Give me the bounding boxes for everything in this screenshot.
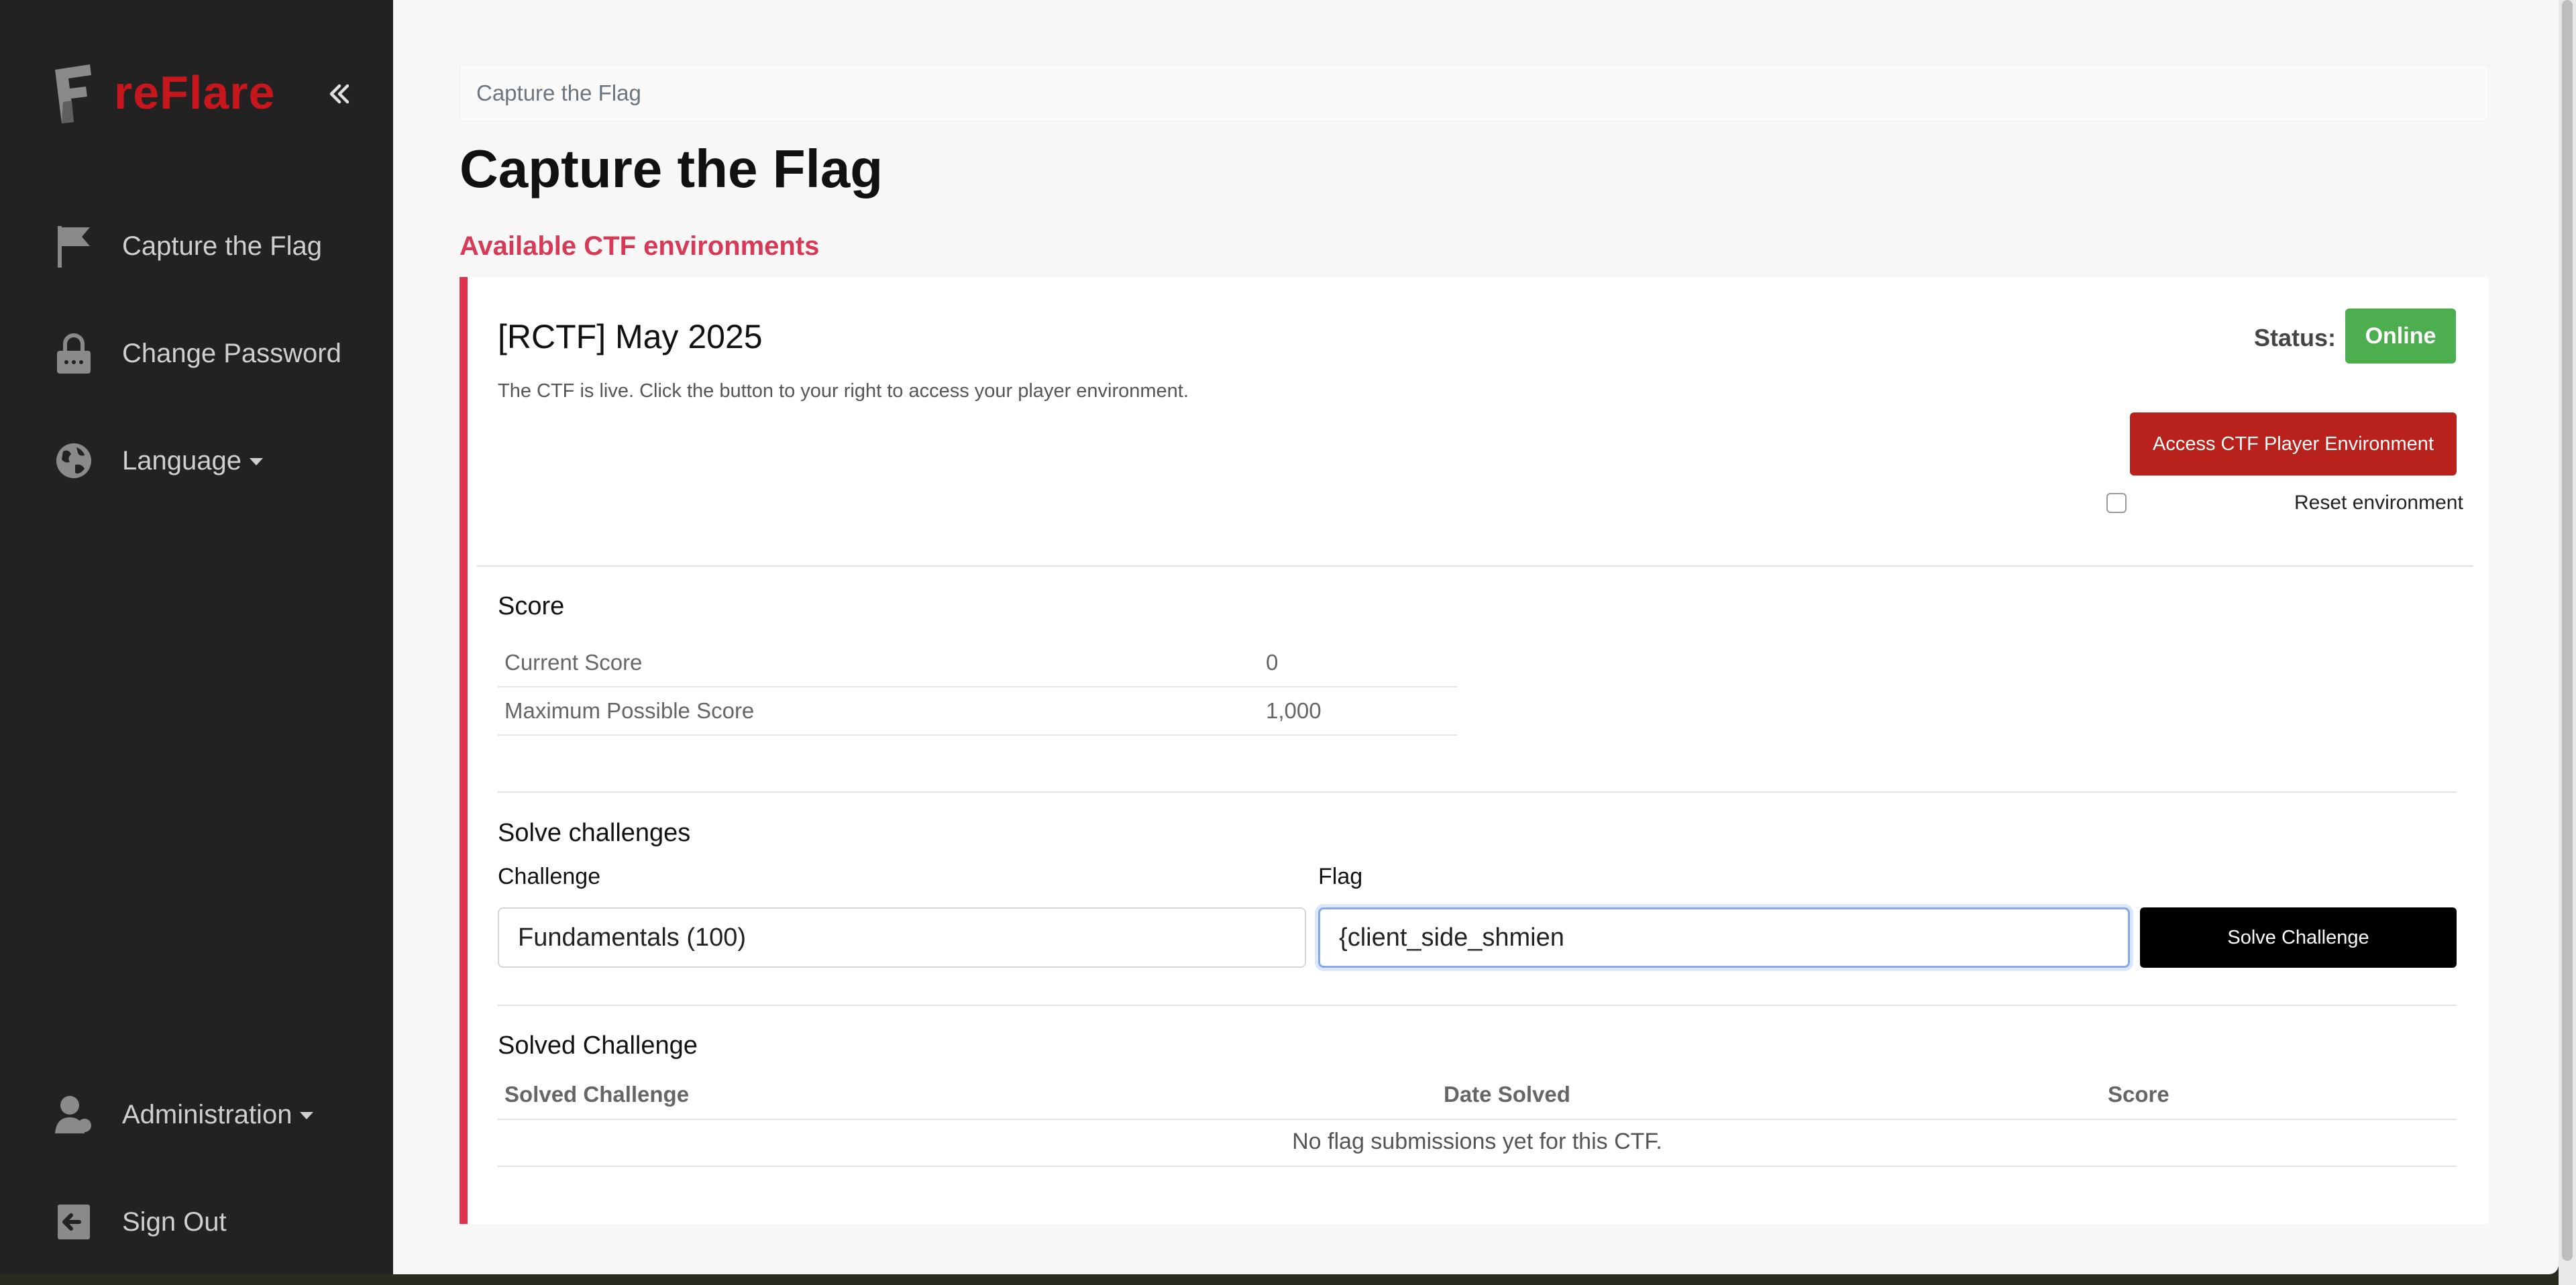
- table-row: Current Score 0: [498, 639, 1457, 687]
- sidebar-item-label: Change Password: [122, 338, 341, 368]
- solve-challenges-heading: Solve challenges: [498, 819, 691, 847]
- chevron-down-icon: [300, 1112, 314, 1120]
- score-heading: Score: [498, 592, 565, 620]
- sidebar-item-language[interactable]: Language: [0, 424, 393, 498]
- sidebar: reFlare Capture the Flag Change Password…: [0, 0, 393, 1274]
- scrollbar-thumb[interactable]: [2562, 0, 2573, 1261]
- reset-environment-checkbox[interactable]: [2106, 493, 2127, 513]
- chevron-down-icon: [249, 458, 263, 466]
- sign-out-icon: [54, 1198, 94, 1245]
- logo-text: reFlare: [114, 66, 276, 119]
- access-player-environment-button[interactable]: Access CTF Player Environment: [2130, 412, 2457, 476]
- card-accent-bar: [460, 277, 468, 1224]
- sidebar-item-change-password[interactable]: Change Password: [0, 317, 393, 390]
- solved-challenge-heading: Solved Challenge: [498, 1031, 698, 1060]
- table-row: Maximum Possible Score 1,000: [498, 687, 1457, 736]
- divider: [498, 1119, 2457, 1120]
- sidebar-item-administration[interactable]: Administration: [0, 1078, 393, 1152]
- sidebar-item-label: Sign Out: [122, 1207, 227, 1237]
- challenge-label: Challenge: [498, 864, 601, 889]
- sidebar-item-capture-the-flag[interactable]: Capture the Flag: [0, 209, 393, 283]
- score-value: 1,000: [1266, 698, 1322, 723]
- status-label: Status:: [2254, 324, 2337, 351]
- environment-title: [RCTF] May 2025: [498, 318, 763, 355]
- challenge-select[interactable]: Fundamentals (100): [498, 907, 1306, 968]
- user-icon: [54, 1091, 94, 1138]
- column-header-date-solved: Date Solved: [1444, 1082, 1570, 1107]
- collapse-sidebar-icon[interactable]: [326, 80, 353, 107]
- sidebar-item-label: Capture the Flag: [122, 231, 322, 261]
- divider: [477, 565, 2473, 567]
- environment-description: The CTF is live. Click the button to you…: [498, 380, 1189, 402]
- flag-input[interactable]: {client_side_shmien: [1318, 907, 2130, 968]
- divider: [498, 1005, 2457, 1006]
- globe-icon: [54, 437, 94, 484]
- score-value: 0: [1266, 650, 1279, 675]
- lock-icon: [54, 330, 94, 377]
- score-table: Current Score 0 Maximum Possible Score 1…: [498, 639, 1457, 736]
- breadcrumb[interactable]: Capture the Flag: [460, 65, 2489, 121]
- reflare-logo[interactable]: reFlare: [50, 60, 274, 127]
- empty-table-message: No flag submissions yet for this CTF.: [1292, 1129, 1662, 1154]
- solve-challenge-button[interactable]: Solve Challenge: [2140, 907, 2457, 968]
- score-label: Maximum Possible Score: [504, 698, 755, 723]
- logo-mark-icon: [55, 64, 91, 123]
- flag-label: Flag: [1318, 864, 1363, 889]
- score-label: Current Score: [504, 650, 643, 675]
- app-window: reFlare Capture the Flag Change Password…: [0, 0, 2559, 1274]
- ctf-environment-card: [RCTF] May 2025 The CTF is live. Click t…: [460, 277, 2489, 1224]
- divider: [498, 791, 2457, 793]
- divider: [498, 1166, 2457, 1167]
- sidebar-item-label: Language: [122, 446, 263, 476]
- status-badge: Online: [2345, 309, 2456, 364]
- flag-icon: [54, 223, 94, 270]
- sidebar-item-sign-out[interactable]: Sign Out: [0, 1185, 393, 1259]
- column-header-score: Score: [2108, 1082, 2169, 1107]
- sidebar-item-label: Administration: [122, 1100, 314, 1130]
- reset-environment-label: Reset environment: [2294, 492, 2463, 514]
- section-heading: Available CTF environments: [460, 231, 820, 261]
- column-header-solved-challenge: Solved Challenge: [504, 1082, 690, 1107]
- page-title: Capture the Flag: [460, 139, 883, 199]
- scrollbar[interactable]: [2559, 0, 2576, 1285]
